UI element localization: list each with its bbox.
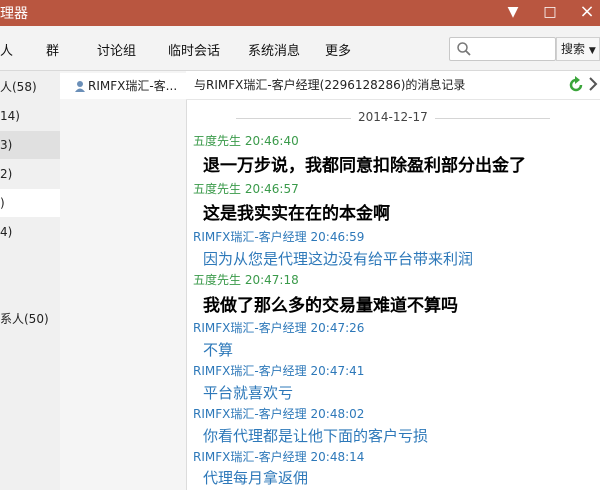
message-text: 你看代理都是让他下面的客户亏损	[203, 427, 429, 445]
message-time: 20:48:02	[310, 407, 365, 421]
search-icon	[457, 42, 471, 56]
tab-contacts[interactable]: 人	[0, 40, 13, 59]
message-meta: RIMFX瑞汇-客户经理 20:46:59	[193, 228, 364, 245]
sender-name: 五度先生	[193, 182, 242, 196]
tab-discussion-groups[interactable]: 讨论组	[97, 40, 136, 59]
message-time: 20:46:59	[310, 230, 365, 244]
message-meta: 五度先生 20:46:57	[193, 180, 299, 197]
conversation-list: RIMFX瑞汇-客...	[60, 71, 187, 490]
message-time: 20:48:14	[310, 450, 365, 464]
message-meta: 五度先生 20:47:18	[193, 271, 299, 288]
search-button[interactable]: 搜索 ▼	[556, 37, 600, 61]
message-text: 代理每月拿返佣	[203, 469, 309, 487]
search-button-label: 搜索	[561, 42, 586, 56]
date-label: 2014-12-17	[358, 110, 428, 124]
conversation-label: RIMFX瑞汇-客...	[88, 79, 178, 93]
message-text: 退一万步说，我都同意扣除盈利部分出金了	[203, 156, 526, 176]
message-text: 因为从您是代理这边没有给平台带来利润	[203, 250, 474, 268]
message-time: 20:47:18	[244, 273, 299, 287]
message-meta: RIMFX瑞汇-客户经理 20:47:41	[193, 362, 364, 379]
sender-name: RIMFX瑞汇-客户经理	[193, 230, 307, 244]
date-separator: 2014-12-17	[186, 110, 600, 126]
message-meta: RIMFX瑞汇-客户经理 20:48:02	[193, 405, 364, 422]
divider	[236, 118, 351, 119]
search-input[interactable]	[449, 37, 556, 61]
chat-title: 与RIMFX瑞汇-客户经理(2296128286)的消息记录	[194, 78, 466, 92]
divider	[435, 118, 550, 119]
chevron-down-icon: ▼	[588, 46, 596, 56]
sender-name: RIMFX瑞汇-客户经理	[193, 407, 307, 421]
title-bar: 理器 ▼ □ ×	[0, 0, 600, 26]
message-text: 不算	[203, 341, 234, 359]
tab-more[interactable]: 更多	[325, 40, 351, 59]
tab-groups[interactable]: 群	[46, 40, 59, 59]
group-item[interactable]: 人(58)	[0, 73, 60, 101]
message-meta: 五度先生 20:46:40	[193, 132, 299, 149]
tab-system-messages[interactable]: 系统消息	[248, 40, 300, 59]
person-icon	[75, 81, 85, 92]
message-time: 20:46:40	[244, 134, 299, 148]
message-time: 20:47:26	[310, 321, 365, 335]
group-list: 人(58) 14) 3) 2) ) 4) 系人(50)	[0, 71, 61, 490]
conversation-item[interactable]: RIMFX瑞汇-客...	[60, 73, 186, 99]
sender-name: RIMFX瑞汇-客户经理	[193, 450, 307, 464]
group-item[interactable]: 3)	[0, 131, 60, 159]
tab-temporary-sessions[interactable]: 临时会话	[168, 40, 220, 59]
group-item[interactable]: 系人(50)	[0, 305, 60, 333]
restore-button[interactable]: □	[535, 0, 565, 26]
group-item[interactable]: 2)	[0, 160, 60, 188]
sender-name: 五度先生	[193, 273, 242, 287]
message-text: 我做了那么多的交易量难道不算吗	[203, 296, 458, 316]
message-time: 20:46:57	[244, 182, 299, 196]
sender-name: RIMFX瑞汇-客户经理	[193, 321, 307, 335]
message-meta: RIMFX瑞汇-客户经理 20:48:14	[193, 448, 364, 465]
group-item[interactable]: )	[0, 189, 60, 217]
minimize-button[interactable]: ▼	[498, 0, 528, 26]
chat-header: 与RIMFX瑞汇-客户经理(2296128286)的消息记录	[186, 71, 600, 100]
group-item[interactable]: 4)	[0, 218, 60, 246]
sender-name: RIMFX瑞汇-客户经理	[193, 364, 307, 378]
message-time: 20:47:41	[310, 364, 365, 378]
message-text: 这是我实实在在的本金啊	[203, 204, 390, 224]
sender-name: 五度先生	[193, 134, 242, 148]
refresh-icon[interactable]	[567, 76, 585, 94]
message-meta: RIMFX瑞汇-客户经理 20:47:26	[193, 319, 364, 336]
close-button[interactable]: ×	[572, 0, 600, 26]
group-item[interactable]: 14)	[0, 102, 60, 130]
message-text: 平台就喜欢亏	[203, 384, 294, 402]
expand-icon[interactable]	[588, 75, 600, 93]
window-title: 理器	[0, 6, 28, 22]
